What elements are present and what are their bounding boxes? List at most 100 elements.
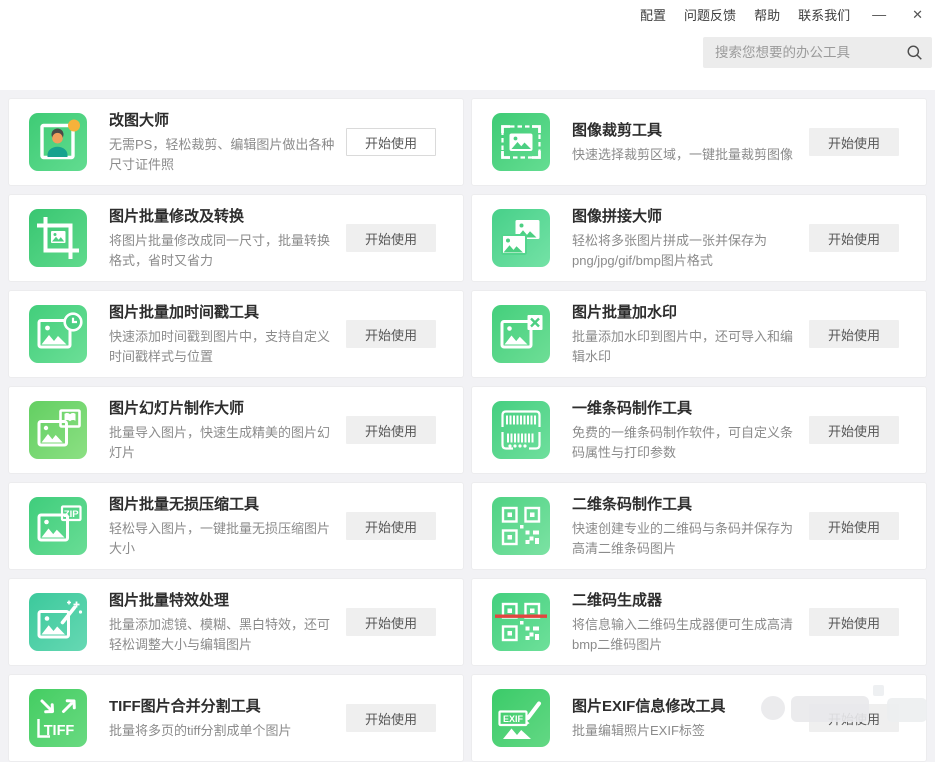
tool-description: 轻松导入图片，一键批量无损压缩图片大小	[109, 519, 337, 559]
start-button[interactable]: 开始使用	[346, 416, 436, 444]
menu-item-contact[interactable]: 联系我们	[798, 5, 850, 24]
start-button[interactable]: 开始使用	[809, 704, 899, 732]
tool-title: 图片批量特效处理	[109, 589, 337, 610]
tool-card: 二维条码制作工具 快速创建专业的二维码与条码并保存为高清二维条码图片 开始使用	[471, 482, 927, 570]
menu-item-config[interactable]: 配置	[640, 5, 666, 24]
tool-card: 二维码生成器 将信息输入二维码生成器便可生成高清bmp二维码图片 开始使用	[471, 578, 927, 666]
tool-text: TIFF图片合并分割工具 批量将多页的tiff分割成单个图片	[109, 695, 337, 741]
tool-card: 图片批量特效处理 批量添加滤镜、模糊、黑白特效，还可轻松调整大小与编辑图片 开始…	[8, 578, 464, 666]
slideshow-icon	[29, 401, 87, 459]
start-button[interactable]: 开始使用	[346, 608, 436, 636]
tool-text: 图像拼接大师 轻松将多张图片拼成一张并保存为png/jpg/gif/bmp图片格…	[572, 205, 800, 271]
start-button[interactable]: 开始使用	[809, 224, 899, 252]
tool-description: 批量编辑照片EXIF标签	[572, 721, 800, 741]
tool-description: 无需PS，轻松裁剪、编辑图片做出各种尺寸证件照	[109, 135, 337, 175]
tool-card: 一维条码制作工具 免费的一维条码制作软件，可自定义条码属性与打印参数 开始使用	[471, 386, 927, 474]
exif-icon: EXIF	[492, 689, 550, 747]
start-button[interactable]: 开始使用	[809, 608, 899, 636]
tool-title: 图片幻灯片制作大师	[109, 397, 337, 418]
tool-text: 图片幻灯片制作大师 批量导入图片，快速生成精美的图片幻灯片	[109, 397, 337, 463]
stitch-icon	[492, 209, 550, 267]
tool-card: 图片批量加时间戳工具 快速添加时间戳到图片中，支持自定义时间戳样式与位置 开始使…	[8, 290, 464, 378]
qrcode-icon	[492, 497, 550, 555]
tool-text: 图片批量修改及转换 将图片批量修改成同一尺寸，批量转换格式，省时又省力	[109, 205, 337, 271]
tool-description: 免费的一维条码制作软件，可自定义条码属性与打印参数	[572, 423, 800, 463]
tool-description: 批量导入图片，快速生成精美的图片幻灯片	[109, 423, 337, 463]
tool-description: 批量添加水印到图片中，还可导入和编辑水印	[572, 327, 800, 367]
tool-card: TIFF TIFF图片合并分割工具 批量将多页的tiff分割成单个图片 开始使用	[8, 674, 464, 762]
start-button[interactable]: 开始使用	[346, 704, 436, 732]
menu-item-feedback[interactable]: 问题反馈	[684, 5, 736, 24]
crop-image-icon	[492, 113, 550, 171]
batch-resize-icon	[29, 209, 87, 267]
effects-icon	[29, 593, 87, 651]
close-button[interactable]: ✕	[908, 8, 927, 21]
start-button[interactable]: 开始使用	[809, 512, 899, 540]
search-box	[703, 37, 932, 68]
tool-title: 图片批量无损压缩工具	[109, 493, 337, 514]
tool-card: 图片批量修改及转换 将图片批量修改成同一尺寸，批量转换格式，省时又省力 开始使用	[8, 194, 464, 282]
svg-text:ZIP: ZIP	[64, 509, 79, 520]
start-button[interactable]: 开始使用	[809, 416, 899, 444]
svg-text:EXIF: EXIF	[503, 714, 524, 724]
tool-title: 图片批量修改及转换	[109, 205, 337, 226]
window-menu: 配置问题反馈帮助联系我们 — ✕	[640, 3, 927, 25]
start-button[interactable]: 开始使用	[346, 128, 436, 156]
tool-title: TIFF图片合并分割工具	[109, 695, 337, 716]
tools-grid: 改图大师 无需PS，轻松裁剪、编辑图片做出各种尺寸证件照 开始使用 图像裁剪工具…	[8, 90, 927, 762]
tool-title: 图片EXIF信息修改工具	[572, 695, 800, 716]
tool-title: 图像裁剪工具	[572, 119, 800, 140]
id-photo-icon	[29, 113, 87, 171]
tool-text: 二维条码制作工具 快速创建专业的二维码与条码并保存为高清二维条码图片	[572, 493, 800, 559]
tool-title: 二维码生成器	[572, 589, 800, 610]
tool-description: 快速创建专业的二维码与条码并保存为高清二维条码图片	[572, 519, 800, 559]
tool-description: 将图片批量修改成同一尺寸，批量转换格式，省时又省力	[109, 231, 337, 271]
tool-text: 图片批量特效处理 批量添加滤镜、模糊、黑白特效，还可轻松调整大小与编辑图片	[109, 589, 337, 655]
tool-card: EXIF 图片EXIF信息修改工具 批量编辑照片EXIF标签 开始使用	[471, 674, 927, 762]
tool-card: 图像拼接大师 轻松将多张图片拼成一张并保存为png/jpg/gif/bmp图片格…	[471, 194, 927, 282]
barcode-icon	[492, 401, 550, 459]
tool-description: 快速添加时间戳到图片中，支持自定义时间戳样式与位置	[109, 327, 337, 367]
tool-title: 图片批量加水印	[572, 301, 800, 322]
tool-card: ZIP 图片批量无损压缩工具 轻松导入图片，一键批量无损压缩图片大小 开始使用	[8, 482, 464, 570]
start-button[interactable]: 开始使用	[346, 224, 436, 252]
tool-card: 改图大师 无需PS，轻松裁剪、编辑图片做出各种尺寸证件照 开始使用	[8, 98, 464, 186]
tool-description: 将信息输入二维码生成器便可生成高清bmp二维码图片	[572, 615, 800, 655]
search-icon	[906, 44, 923, 61]
tool-text: 一维条码制作工具 免费的一维条码制作软件，可自定义条码属性与打印参数	[572, 397, 800, 463]
tool-description: 批量将多页的tiff分割成单个图片	[109, 721, 337, 741]
menu-item-help[interactable]: 帮助	[754, 5, 780, 24]
tool-text: 图片批量加时间戳工具 快速添加时间戳到图片中，支持自定义时间戳样式与位置	[109, 301, 337, 367]
tool-text: 图片批量加水印 批量添加水印到图片中，还可导入和编辑水印	[572, 301, 800, 367]
start-button[interactable]: 开始使用	[809, 128, 899, 156]
tool-title: 改图大师	[109, 109, 337, 130]
tool-title: 图片批量加时间戳工具	[109, 301, 337, 322]
tool-text: 图片批量无损压缩工具 轻松导入图片，一键批量无损压缩图片大小	[109, 493, 337, 559]
tool-text: 图像裁剪工具 快速选择裁剪区域，一键批量裁剪图像	[572, 119, 800, 165]
start-button[interactable]: 开始使用	[346, 512, 436, 540]
svg-text:TIFF: TIFF	[44, 723, 75, 739]
tool-description: 快速选择裁剪区域，一键批量裁剪图像	[572, 145, 800, 165]
zip-icon: ZIP	[29, 497, 87, 555]
tool-description: 轻松将多张图片拼成一张并保存为png/jpg/gif/bmp图片格式	[572, 231, 800, 271]
search-input[interactable]	[703, 45, 900, 60]
tool-text: 改图大师 无需PS，轻松裁剪、编辑图片做出各种尺寸证件照	[109, 109, 337, 175]
tool-text: 二维码生成器 将信息输入二维码生成器便可生成高清bmp二维码图片	[572, 589, 800, 655]
tool-description: 批量添加滤镜、模糊、黑白特效，还可轻松调整大小与编辑图片	[109, 615, 337, 655]
tool-text: 图片EXIF信息修改工具 批量编辑照片EXIF标签	[572, 695, 800, 741]
tiff-icon: TIFF	[29, 689, 87, 747]
tool-title: 一维条码制作工具	[572, 397, 800, 418]
timestamp-icon	[29, 305, 87, 363]
qr-generator-icon	[492, 593, 550, 651]
tool-card: 图片幻灯片制作大师 批量导入图片，快速生成精美的图片幻灯片 开始使用	[8, 386, 464, 474]
start-button[interactable]: 开始使用	[346, 320, 436, 348]
start-button[interactable]: 开始使用	[809, 320, 899, 348]
minimize-button[interactable]: —	[868, 7, 890, 21]
watermark-icon	[492, 305, 550, 363]
tool-title: 图像拼接大师	[572, 205, 800, 226]
tool-card: 图片批量加水印 批量添加水印到图片中，还可导入和编辑水印 开始使用	[471, 290, 927, 378]
window-menu-items: 配置问题反馈帮助联系我们	[640, 5, 850, 24]
window-header: 配置问题反馈帮助联系我们 — ✕	[0, 0, 935, 90]
tool-title: 二维条码制作工具	[572, 493, 800, 514]
tool-card: 图像裁剪工具 快速选择裁剪区域，一键批量裁剪图像 开始使用	[471, 98, 927, 186]
